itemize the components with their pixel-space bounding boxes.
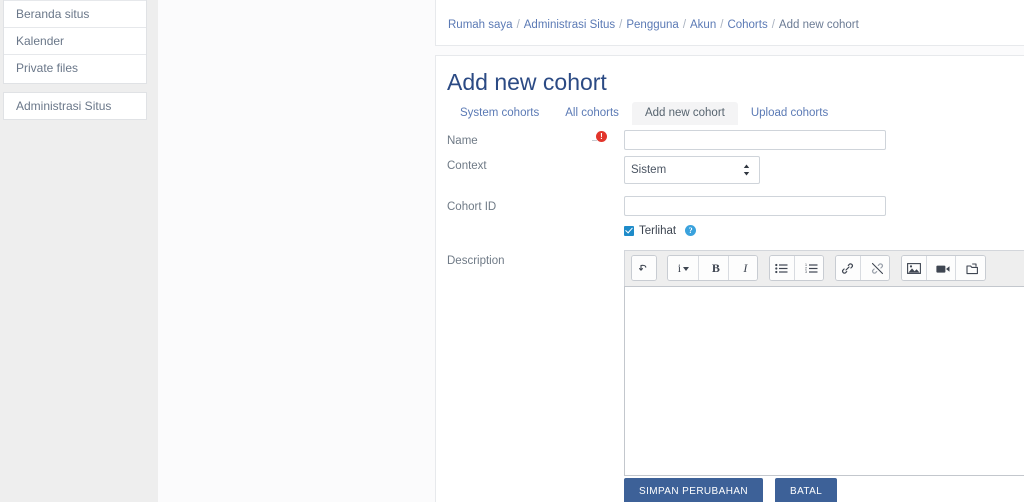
breadcrumb-item-akun[interactable]: Akun — [690, 19, 716, 31]
editor-toolbar: i B I 1 2 3 — [624, 250, 1024, 286]
tab-bar: System cohorts All cohorts Add new cohort U… — [447, 102, 841, 126]
sidebar-item-label: Beranda situs — [16, 7, 90, 21]
sidebar-item-beranda-situs[interactable]: Beranda situs — [4, 1, 146, 28]
tab-add-new-cohort[interactable]: Add new cohort — [631, 102, 738, 125]
page-title: Add new cohort — [447, 69, 607, 95]
breadcrumb-separator: / — [771, 19, 775, 31]
manage-files-icon[interactable] — [960, 256, 985, 280]
context-select[interactable]: Sistem — [624, 156, 760, 184]
breadcrumb-separator: / — [619, 19, 623, 31]
toolbar-group-links — [835, 256, 890, 280]
paragraph-style-icon[interactable]: i — [668, 256, 700, 280]
toolbar-group-lists: 1 2 3 — [769, 256, 824, 280]
breadcrumb-item-current: Add new cohort — [778, 19, 859, 31]
video-icon[interactable] — [931, 256, 957, 280]
help-icon[interactable]: ? — [685, 225, 697, 237]
name-input[interactable] — [624, 130, 886, 150]
breadcrumb-separator: / — [682, 19, 687, 31]
sidebar-item-private-files[interactable]: Private files — [4, 55, 146, 82]
form-actions: SIMPAN PERUBAHAN BATAL — [624, 478, 849, 502]
label-context: Context — [447, 160, 487, 172]
tab-upload-cohorts[interactable]: Upload cohorts — [738, 102, 841, 125]
toolbar-group-format: i B I — [668, 256, 758, 280]
breadcrumb-item-administrasi-situs[interactable]: Administrasi Situs — [524, 19, 615, 31]
save-button[interactable]: SIMPAN PERUBAHAN — [624, 478, 764, 502]
required-field-icon[interactable]: ! — [592, 131, 607, 142]
undo-icon[interactable] — [632, 256, 656, 280]
unlink-icon[interactable] — [865, 256, 890, 280]
sidebar-item-kalender[interactable]: Kalender — [4, 28, 146, 55]
italic-icon[interactable]: I — [733, 256, 758, 280]
tab-all-cohorts[interactable]: All cohorts — [552, 102, 632, 125]
link-icon[interactable] — [835, 256, 861, 280]
bullet-list-icon[interactable] — [769, 256, 795, 280]
content-card: Add new cohort System cohorts All cohorts… — [435, 55, 1024, 502]
label-cohort-id: Cohort ID — [447, 201, 497, 213]
sidebar-item-administrasi-situs[interactable]: Administrasi Situs — [4, 93, 146, 119]
paragraph-style-glyph: i — [677, 261, 682, 275]
image-icon[interactable] — [901, 256, 927, 280]
visible-label[interactable]: Terlihat — [639, 225, 676, 237]
breadcrumb-separator: / — [516, 19, 520, 31]
bold-icon[interactable]: B — [703, 256, 729, 280]
visible-checkbox[interactable] — [624, 225, 634, 236]
breadcrumb-item-cohorts[interactable]: Cohorts — [727, 19, 767, 31]
label-description: Description — [447, 255, 505, 267]
breadcrumb-separator: / — [720, 19, 724, 31]
sidebar-nav-block-main: Beranda situs Kalender Private files — [3, 0, 147, 84]
visible-checkbox-row: Terlihat? — [624, 222, 697, 237]
toolbar-group-media — [901, 256, 985, 280]
breadcrumb-card: Rumah saya / Administrasi Situs / Pengguna / A… — [435, 0, 1024, 46]
main-content-region: g Rumah saya/Administrasi Situs/Pengguna… — [158, 0, 1024, 502]
svg-text:3: 3 — [805, 271, 807, 275]
sidebar-item-label: Administrasi Situs — [16, 99, 112, 113]
chevron-down-icon — [683, 267, 690, 272]
tab-system-cohorts[interactable]: System cohorts — [447, 102, 552, 125]
italic-glyph: I — [743, 261, 748, 275]
page-root: Beranda situs Kalender Private files Adm… — [0, 0, 1024, 502]
breadcrumb-item-rumah-saya[interactable]: Rumah saya — [448, 19, 513, 31]
sidebar-item-label: Kalender — [16, 34, 65, 48]
cohort-id-input[interactable] — [624, 196, 886, 216]
sidebar-item-label: Private files — [16, 61, 79, 75]
description-editor: i B I 1 2 3 — [624, 250, 1024, 476]
breadcrumb: Rumah saya / Administrasi Situs / Pengguna / A… — [448, 19, 859, 31]
sidebar: Beranda situs Kalender Private files Adm… — [0, 0, 158, 502]
breadcrumb-item-pengguna[interactable]: Pengguna — [626, 19, 678, 31]
sidebar-nav-block-admin: Administrasi Situs — [3, 92, 147, 120]
description-textarea[interactable] — [624, 286, 1024, 476]
bold-glyph: B — [711, 261, 720, 275]
cancel-button[interactable]: BATAL — [775, 478, 838, 502]
toolbar-group-undo — [632, 256, 656, 280]
label-name: Name — [447, 135, 478, 147]
numbered-list-icon[interactable]: 1 2 3 — [799, 256, 824, 280]
